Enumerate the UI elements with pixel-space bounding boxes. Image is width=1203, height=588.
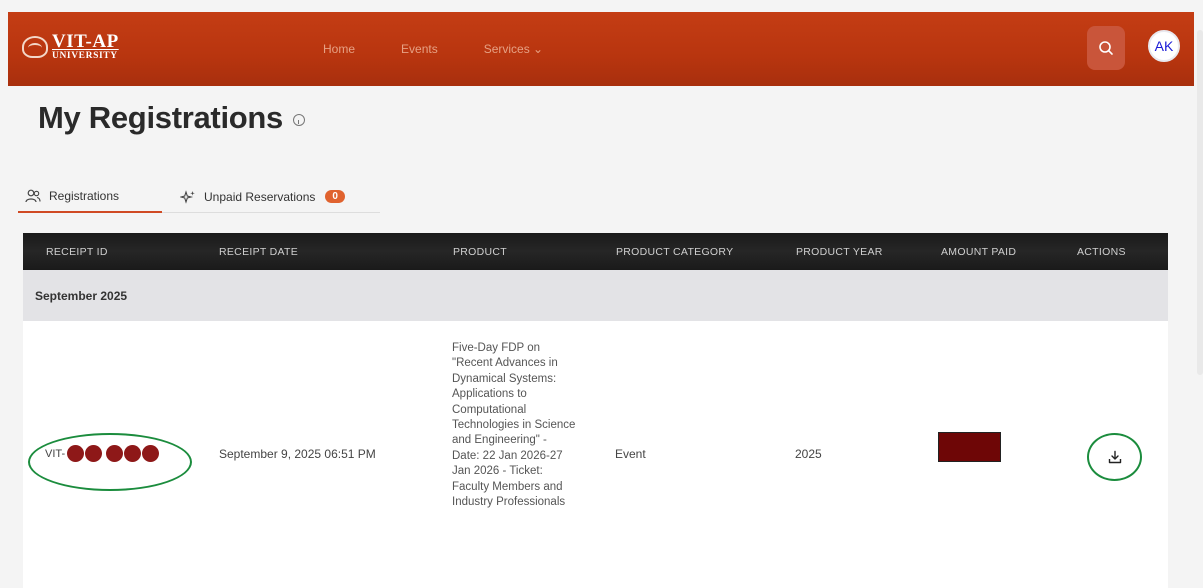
unpaid-count-badge: 0 (325, 190, 345, 203)
users-icon (25, 189, 41, 202)
receipt-id-prefix: VIT- (45, 447, 66, 460)
highlight-circle (28, 433, 192, 491)
receipt-date-cell: September 9, 2025 06:51 PM (219, 447, 376, 461)
table-row: VIT- September 9, 2025 06:51 PM Five-Day… (23, 321, 1168, 588)
tab-registrations[interactable]: Registrations (18, 180, 162, 213)
column-header-amount-paid[interactable]: AMOUNT PAID (941, 246, 1016, 258)
nav-home[interactable]: Home (323, 42, 355, 56)
nav-services[interactable]: Services ⌄ (484, 42, 543, 56)
column-header-receipt-date[interactable]: RECEIPT DATE (219, 246, 298, 258)
download-receipt-button[interactable] (1087, 433, 1142, 481)
main-nav: Home Events Services ⌄ (323, 42, 589, 56)
registrations-table: RECEIPT ID RECEIPT DATE PRODUCT PRODUCT … (23, 233, 1168, 588)
month-group-header: September 2025 (23, 270, 1168, 321)
column-header-actions: ACTIONS (1077, 246, 1126, 258)
info-icon[interactable] (292, 114, 305, 126)
logo-title: VIT-AP (52, 31, 119, 52)
page: VIT-AP UNIVERSITY Home Events Services ⌄… (0, 0, 1203, 588)
search-button[interactable] (1087, 26, 1125, 70)
month-group-label: September 2025 (35, 288, 128, 303)
tab-registrations-label: Registrations (49, 188, 120, 203)
product-category-cell: Event (615, 447, 646, 461)
tab-unpaid-label: Unpaid Reservations (204, 189, 316, 204)
column-header-product-category[interactable]: PRODUCT CATEGORY (616, 246, 733, 258)
product-year-cell: 2025 (795, 447, 822, 461)
redacted-receipt-number (67, 445, 160, 462)
search-icon (1099, 41, 1113, 55)
logo-subtitle: UNIVERSITY (52, 51, 118, 61)
university-logo[interactable]: VIT-AP UNIVERSITY (22, 32, 119, 62)
page-title-row: My Registrations (38, 100, 305, 136)
table-header: RECEIPT ID RECEIPT DATE PRODUCT PRODUCT … (23, 233, 1168, 270)
tab-bar: Registrations Unpaid Reservations 0 (18, 180, 380, 213)
scrollbar[interactable] (1197, 30, 1203, 375)
university-seal-icon (22, 35, 48, 58)
download-icon (1108, 450, 1121, 464)
user-avatar[interactable]: AK (1148, 30, 1180, 62)
sparkle-icon (180, 189, 195, 204)
nav-events[interactable]: Events (401, 42, 438, 56)
tab-unpaid-reservations[interactable]: Unpaid Reservations 0 (178, 180, 345, 213)
column-header-product[interactable]: PRODUCT (453, 246, 507, 258)
column-header-product-year[interactable]: PRODUCT YEAR (796, 246, 883, 258)
product-cell: Five-Day FDP on "Recent Advances in Dyna… (452, 342, 576, 509)
redacted-amount-paid (938, 432, 1001, 462)
page-title: My Registrations (38, 100, 283, 135)
receipt-id-cell: VIT- (45, 445, 160, 462)
top-navbar: VIT-AP UNIVERSITY Home Events Services ⌄… (8, 12, 1194, 86)
column-header-receipt-id[interactable]: RECEIPT ID (46, 246, 108, 258)
